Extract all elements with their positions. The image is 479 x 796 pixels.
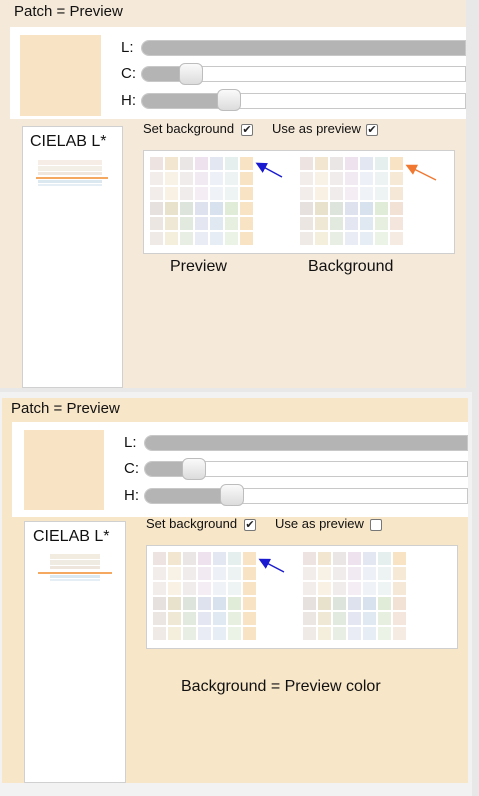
caption-preview: Preview bbox=[170, 258, 227, 275]
arrow-overlay bbox=[258, 558, 285, 573]
arrow-overlay bbox=[255, 162, 437, 181]
panel-bottom: Patch = Preview L: C: H: CIELAB L* Set b… bbox=[2, 398, 468, 783]
caption-background-equals-preview: Background = Preview color bbox=[181, 678, 381, 695]
caption-background: Background bbox=[308, 258, 394, 275]
arrow-orange-icon bbox=[405, 164, 437, 181]
arrow-blue-icon bbox=[255, 162, 283, 178]
panel-top: Patch = Preview L: C: H: CIELAB L* Set b… bbox=[0, 0, 466, 388]
arrow-blue-icon bbox=[258, 558, 285, 573]
